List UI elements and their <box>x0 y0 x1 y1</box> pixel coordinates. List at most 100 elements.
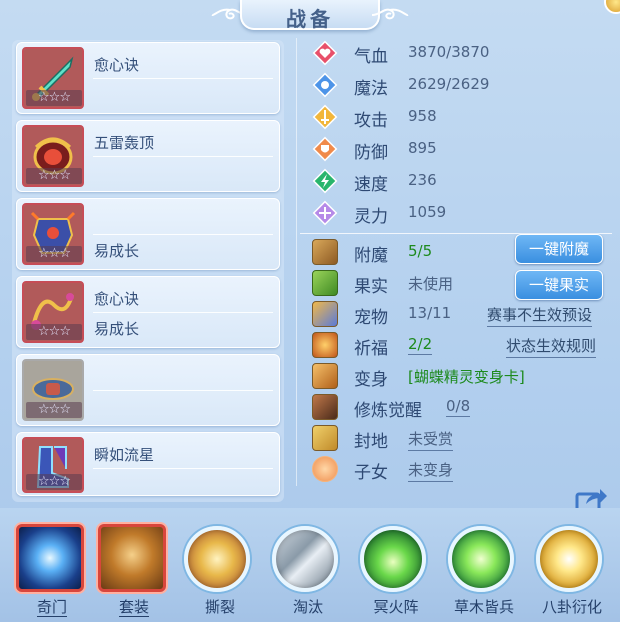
equipment-slot-5[interactable]: ☆☆☆ <box>16 354 280 426</box>
extra-label: 祈福 <box>354 339 388 359</box>
equipment-panel: 战备 ☆☆☆ 愈心诀 ☆☆☆ 五雷轰顶 ☆☆☆ 易成长 ☆☆☆ 愈心诀 易成长 … <box>0 0 620 622</box>
status-rules-link[interactable]: 状态生效规则 <box>506 335 597 358</box>
extra-label: 变身 <box>354 370 388 390</box>
children-icon[interactable] <box>312 456 338 482</box>
equipment-skill: 瞬如流星 <box>93 441 273 469</box>
extra-value[interactable]: [蝴蝶精灵变身卡] <box>408 366 525 387</box>
skill-label: 草木皆兵 <box>453 598 514 616</box>
stat-row-defense: 防御 895 <box>312 134 612 164</box>
equipment-slot-1[interactable]: ☆☆☆ 愈心诀 <box>16 42 280 114</box>
spirit-icon <box>312 200 338 226</box>
corner-orb-icon <box>604 0 620 14</box>
equipment-skill <box>93 207 273 235</box>
pet-icon[interactable] <box>312 301 338 327</box>
star-rating: ☆☆☆ <box>26 474 82 490</box>
equipment-skill: 易成长 <box>94 320 140 338</box>
stat-value: 958 <box>408 107 437 125</box>
tear-icon[interactable] <box>184 526 250 592</box>
star-rating: ☆☆☆ <box>26 90 82 106</box>
boots-item-icon[interactable]: ☆☆☆ <box>22 437 84 493</box>
skill-label: 撕裂 <box>204 598 235 616</box>
skill-suit[interactable]: 套装 <box>96 520 172 622</box>
skill-grass-soldier[interactable]: 草木皆兵 <box>446 520 522 622</box>
stat-row-mp: 魔法 2629/2629 <box>312 70 612 100</box>
belt-item-icon[interactable]: ☆☆☆ <box>22 359 84 421</box>
suit-icon[interactable] <box>98 524 166 592</box>
pet-preset-link[interactable]: 赛事不生效预设 <box>487 304 593 327</box>
column-divider <box>296 38 297 486</box>
extra-value: 13/11 <box>408 304 452 322</box>
stat-value: 895 <box>408 139 437 157</box>
qimen-icon[interactable] <box>16 524 84 592</box>
attack-icon <box>312 104 338 130</box>
star-rating: ☆☆☆ <box>26 324 82 340</box>
equipment-list: ☆☆☆ 愈心诀 ☆☆☆ 五雷轰顶 ☆☆☆ 易成长 ☆☆☆ 愈心诀 易成长 ☆☆☆… <box>12 40 284 502</box>
chain-item-icon[interactable]: ☆☆☆ <box>22 281 84 343</box>
equipment-skill: 五雷轰顶 <box>93 129 273 157</box>
skill-label: 八卦衍化 <box>541 598 602 616</box>
extra-row-pet: 宠物 13/11 赛事不生效预设 <box>312 299 612 329</box>
equipment-slot-4[interactable]: ☆☆☆ 愈心诀 易成长 <box>16 276 280 348</box>
blessing-icon[interactable] <box>312 332 338 358</box>
extra-value: 未使用 <box>408 275 454 293</box>
heart-icon <box>312 40 338 66</box>
dragon-orb-item-icon[interactable]: ☆☆☆ <box>22 125 84 187</box>
stat-row-speed: 速度 236 <box>312 166 612 196</box>
cultivation-icon[interactable] <box>312 394 338 420</box>
title-banner: 战备 <box>210 0 410 31</box>
equipment-slot-6[interactable]: ☆☆☆ 瞬如流星 <box>16 432 280 496</box>
skill-label: 套装 <box>118 598 149 617</box>
armor-item-icon[interactable]: ☆☆☆ <box>22 203 84 265</box>
extra-label: 附魔 <box>354 246 388 266</box>
stat-label: 气血 <box>354 47 388 67</box>
defense-icon <box>312 136 338 162</box>
equipment-skill: 易成长 <box>94 242 140 260</box>
star-rating: ☆☆☆ <box>26 168 82 184</box>
stat-label: 速度 <box>354 175 388 195</box>
skill-label: 奇门 <box>36 598 67 617</box>
grass-soldier-icon[interactable] <box>448 526 514 592</box>
stat-label: 灵力 <box>354 207 388 227</box>
extra-value[interactable]: 2/2 <box>408 335 433 355</box>
skill-tear[interactable]: 撕裂 <box>182 520 258 622</box>
bagua-icon[interactable] <box>536 526 602 592</box>
nether-fire-icon[interactable] <box>360 526 426 592</box>
extra-label: 宠物 <box>354 308 388 328</box>
skill-eliminate[interactable]: 淘汰 <box>270 520 346 622</box>
extra-label: 封地 <box>354 432 388 452</box>
stat-value: 236 <box>408 171 437 189</box>
extra-value[interactable]: 未受赏 <box>408 428 454 451</box>
stat-label: 攻击 <box>354 111 388 131</box>
extra-value[interactable]: 未变身 <box>408 459 454 482</box>
stat-row-spirit: 灵力 1059 <box>312 198 612 228</box>
star-rating: ☆☆☆ <box>26 246 82 262</box>
fruit-icon[interactable] <box>312 270 338 296</box>
stat-value: 1059 <box>408 203 447 221</box>
equipment-skill <box>93 393 273 421</box>
extra-row-cultivation: 修炼觉醒 0/8 <box>312 392 612 422</box>
extra-row-fief: 封地 未受赏 <box>312 423 612 453</box>
enchant-all-button[interactable]: 一键附魔 <box>515 234 603 264</box>
skill-nether-fire[interactable]: 冥火阵 <box>358 520 434 622</box>
extra-row-children: 子女 未变身 <box>312 454 612 484</box>
sword-item-icon[interactable]: ☆☆☆ <box>22 47 84 109</box>
equipment-slot-3[interactable]: ☆☆☆ 易成长 <box>16 198 280 270</box>
fief-icon[interactable] <box>312 425 338 451</box>
skill-qimen[interactable]: 奇门 <box>14 520 90 622</box>
enchant-icon[interactable] <box>312 239 338 265</box>
stat-row-attack: 攻击 958 <box>312 102 612 132</box>
extra-value[interactable]: 0/8 <box>446 397 471 417</box>
stat-row-hp: 气血 3870/3870 <box>312 38 612 68</box>
transform-icon[interactable] <box>312 363 338 389</box>
eliminate-icon[interactable] <box>272 526 338 592</box>
extra-row-transform: 变身 [蝴蝶精灵变身卡] <box>312 361 612 391</box>
equipment-skill <box>93 471 273 499</box>
equipment-skill <box>93 159 273 187</box>
equipment-skill <box>93 363 273 391</box>
fruit-all-button[interactable]: 一键果实 <box>515 270 603 300</box>
extra-label: 修炼觉醒 <box>354 401 422 421</box>
skill-bagua[interactable]: 八卦衍化 <box>534 520 610 622</box>
stat-label: 防御 <box>354 143 388 163</box>
equipment-slot-2[interactable]: ☆☆☆ 五雷轰顶 <box>16 120 280 192</box>
extra-label: 子女 <box>354 463 388 483</box>
